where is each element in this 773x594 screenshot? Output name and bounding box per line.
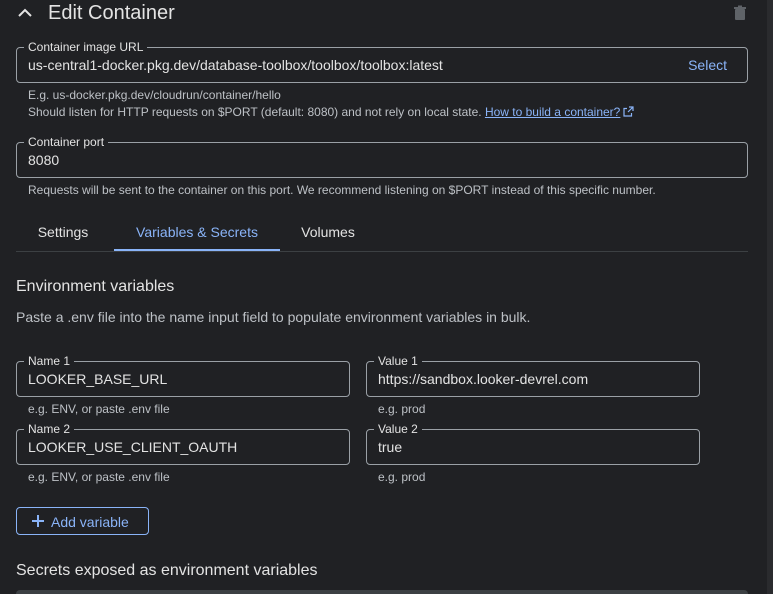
env-name-1-field[interactable]: Name 1 LOOKER_BASE_URL — [16, 354, 350, 397]
container-port-value: 8080 — [28, 152, 60, 168]
add-variable-button[interactable]: Add variable — [16, 507, 149, 535]
container-port-label: Container port — [24, 135, 109, 149]
env-name-1-value: LOOKER_BASE_URL — [28, 371, 168, 387]
secrets-section-title: Secrets exposed as environment variables — [16, 562, 318, 579]
env-name-2-hint: e.g. ENV, or paste .env file — [28, 470, 170, 484]
env-value-2-label: Value 2 — [374, 422, 422, 436]
container-port-field[interactable]: Container port 8080 — [16, 135, 748, 178]
env-value-2-value: true — [378, 439, 403, 455]
secrets-list-container — [16, 590, 748, 594]
container-image-url-field[interactable]: Container image URL us-central1-docker.p… — [16, 40, 748, 83]
env-name-2-value: LOOKER_USE_CLIENT_OAUTH — [28, 439, 238, 455]
env-value-1-hint: e.g. prod — [378, 402, 426, 416]
tab-variables-secrets[interactable]: Variables & Secrets — [114, 214, 280, 251]
tab-volumes[interactable]: Volumes — [284, 214, 372, 250]
chevron-up-icon[interactable] — [16, 4, 34, 22]
env-name-1-label: Name 1 — [24, 354, 75, 368]
env-value-2-field[interactable]: Value 2 true — [366, 422, 700, 465]
env-value-1-label: Value 1 — [374, 354, 422, 368]
add-variable-label: Add variable — [51, 514, 129, 530]
container-image-url-value: us-central1-docker.pkg.dev/database-tool… — [28, 57, 443, 73]
env-value-2-hint: e.g. prod — [378, 470, 426, 484]
container-image-url-label: Container image URL — [24, 40, 148, 54]
environment-variables-title: Environment variables — [16, 278, 175, 295]
environment-variables-description: Paste a .env file into the name input fi… — [16, 309, 531, 325]
env-name-2-field[interactable]: Name 2 LOOKER_USE_CLIENT_OAUTH — [16, 422, 350, 465]
plus-icon — [31, 514, 45, 528]
listen-hint-text: Should listen for HTTP requests on $PORT… — [28, 105, 482, 119]
page-title: Edit Container — [48, 2, 175, 24]
env-value-1-value: https://sandbox.looker-devrel.com — [378, 371, 589, 387]
container-tabs: Settings Variables & Secrets Volumes — [16, 214, 748, 252]
env-value-1-field[interactable]: Value 1 https://sandbox.looker-devrel.co… — [366, 354, 700, 397]
trash-icon[interactable] — [731, 4, 749, 22]
select-image-button[interactable]: Select — [688, 57, 727, 73]
image-url-example-hint: E.g. us-docker.pkg.dev/cloudrun/containe… — [28, 88, 281, 102]
container-port-hint: Requests will be sent to the container o… — [28, 183, 656, 197]
env-name-1-hint: e.g. ENV, or paste .env file — [28, 402, 170, 416]
panel-header: Edit Container — [0, 0, 773, 28]
tab-settings[interactable]: Settings — [16, 214, 110, 250]
scrollbar-track[interactable] — [767, 0, 773, 594]
edit-container-panel: Edit Container Container image URL us-ce… — [0, 0, 773, 594]
image-url-listen-hint: Should listen for HTTP requests on $PORT… — [28, 105, 634, 119]
how-to-build-container-link[interactable]: How to build a container? — [485, 105, 620, 119]
open-in-new-icon[interactable] — [623, 106, 634, 117]
env-name-2-label: Name 2 — [24, 422, 75, 436]
